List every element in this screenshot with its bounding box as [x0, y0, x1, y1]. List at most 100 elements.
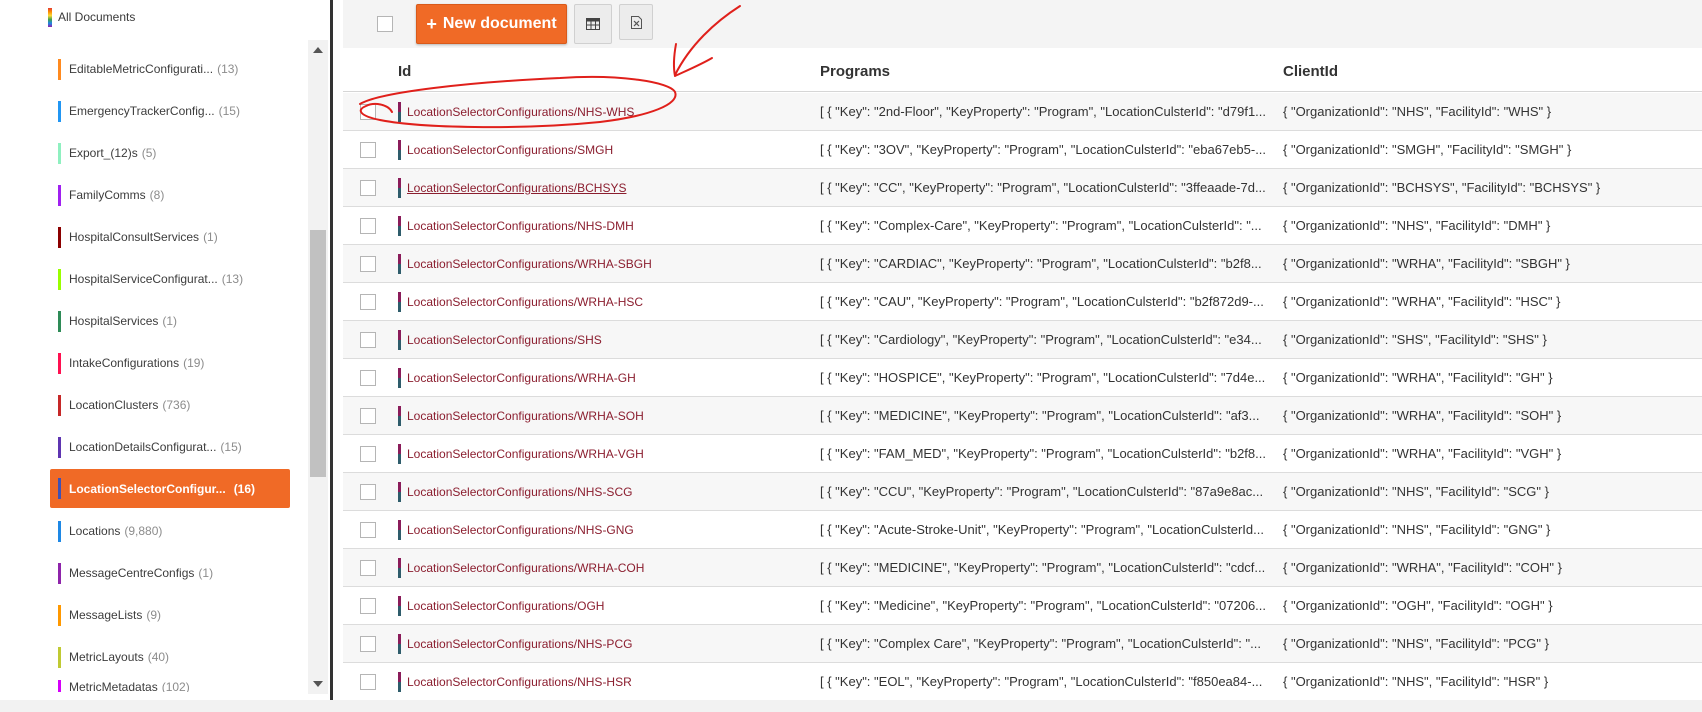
row-checkbox[interactable] — [360, 522, 376, 538]
document-id-link[interactable]: LocationSelectorConfigurations/WRHA-SBGH — [398, 254, 652, 274]
document-id[interactable]: LocationSelectorConfigurations/WRHA-VGH — [407, 447, 644, 461]
excel-export-button[interactable] — [619, 4, 653, 40]
all-documents-link[interactable]: All Documents — [48, 7, 135, 27]
row-checkbox[interactable] — [360, 636, 376, 652]
document-id[interactable]: LocationSelectorConfigurations/SMGH — [407, 143, 613, 157]
column-header-id[interactable]: Id — [398, 63, 411, 80]
table-row[interactable]: LocationSelectorConfigurations/NHS-SCG [ … — [343, 473, 1702, 511]
row-checkbox[interactable] — [360, 370, 376, 386]
table-row[interactable]: LocationSelectorConfigurations/WRHA-HSC [… — [343, 283, 1702, 321]
document-id-link[interactable]: LocationSelectorConfigurations/OGH — [398, 596, 604, 616]
table-row[interactable]: LocationSelectorConfigurations/OGH [ { "K… — [343, 587, 1702, 625]
new-document-button[interactable]: + New document — [416, 4, 567, 44]
scroll-thumb[interactable] — [310, 230, 326, 477]
table-row[interactable]: LocationSelectorConfigurations/NHS-WHS [ … — [343, 93, 1702, 131]
clientid-cell: { "OrganizationId": "OGH", "FacilityId":… — [1283, 598, 1553, 613]
table-row[interactable]: LocationSelectorConfigurations/SMGH [ { "… — [343, 131, 1702, 169]
document-id-link[interactable]: LocationSelectorConfigurations/NHS-GNG — [398, 520, 634, 540]
sidebar-item-collection[interactable]: MetricLayouts (40) — [50, 636, 290, 678]
sidebar-item-collection[interactable]: IntakeConfigurations (19) — [50, 342, 290, 384]
row-checkbox[interactable] — [360, 104, 376, 120]
programs-cell: [ { "Key": "Cardiology", "KeyProperty": … — [820, 332, 1262, 347]
row-checkbox[interactable] — [360, 332, 376, 348]
column-header-clientid[interactable]: ClientId — [1283, 63, 1338, 80]
sidebar-item-collection[interactable]: LocationClusters (736) — [50, 384, 290, 426]
table-row[interactable]: LocationSelectorConfigurations/NHS-DMH [ … — [343, 207, 1702, 245]
document-id[interactable]: LocationSelectorConfigurations/WRHA-SBGH — [407, 257, 652, 271]
document-id-link[interactable]: LocationSelectorConfigurations/WRHA-HSC — [398, 292, 643, 312]
scroll-up-arrow-icon[interactable] — [313, 47, 323, 53]
row-checkbox[interactable] — [360, 408, 376, 424]
scroll-down-arrow-icon[interactable] — [313, 681, 323, 687]
document-id-link[interactable]: LocationSelectorConfigurations/NHS-DMH — [398, 216, 634, 236]
sidebar-item-collection[interactable]: MetricMetadatas (102) — [50, 678, 290, 692]
row-checkbox[interactable] — [360, 218, 376, 234]
document-id-link[interactable]: LocationSelectorConfigurations/NHS-HSR — [398, 672, 632, 692]
table-view-button[interactable] — [574, 4, 612, 44]
document-id-link[interactable]: LocationSelectorConfigurations/WRHA-SOH — [398, 406, 644, 426]
sidebar-item-collection[interactable]: Locations (9,880) — [50, 510, 290, 552]
document-id[interactable]: LocationSelectorConfigurations/OGH — [407, 599, 604, 613]
document-id[interactable]: LocationSelectorConfigurations/SHS — [407, 333, 602, 347]
select-all-checkbox[interactable] — [377, 16, 393, 32]
sidebar-item-collection[interactable]: HospitalConsultServices (1) — [50, 216, 290, 258]
document-id[interactable]: LocationSelectorConfigurations/BCHSYS — [407, 181, 626, 195]
clientid-cell: { "OrganizationId": "WRHA", "FacilityId"… — [1283, 256, 1570, 271]
programs-cell: [ { "Key": "2nd-Floor", "KeyProperty": "… — [820, 104, 1267, 119]
table-row[interactable]: LocationSelectorConfigurations/WRHA-COH [… — [343, 549, 1702, 587]
row-checkbox[interactable] — [360, 674, 376, 690]
document-id[interactable]: LocationSelectorConfigurations/WRHA-HSC — [407, 295, 643, 309]
sidebar-item-collection[interactable]: MessageLists (9) — [50, 594, 290, 636]
document-id[interactable]: LocationSelectorConfigurations/NHS-PCG — [407, 637, 632, 651]
collection-name: FamilyComms — [69, 188, 146, 202]
sidebar-item-collection[interactable]: FamilyComms (8) — [50, 174, 290, 216]
sidebar-item-collection[interactable]: HospitalServices (1) — [50, 300, 290, 342]
document-id[interactable]: LocationSelectorConfigurations/NHS-HSR — [407, 675, 632, 689]
sidebar-item-collection[interactable]: MessageCentreConfigs (1) — [50, 552, 290, 594]
document-id[interactable]: LocationSelectorConfigurations/WRHA-SOH — [407, 409, 644, 423]
row-checkbox[interactable] — [360, 560, 376, 576]
table-header: Id Programs ClientId — [343, 52, 1702, 92]
table-row[interactable]: LocationSelectorConfigurations/BCHSYS [ {… — [343, 169, 1702, 207]
document-id-link[interactable]: LocationSelectorConfigurations/SMGH — [398, 140, 613, 160]
row-checkbox[interactable] — [360, 142, 376, 158]
table-row[interactable]: LocationSelectorConfigurations/NHS-GNG [ … — [343, 511, 1702, 549]
sidebar-item-collection[interactable]: LocationDetailsConfigurat... (15) — [50, 426, 290, 468]
sidebar-item-collection[interactable]: EmergencyTrackerConfig... (15) — [50, 90, 290, 132]
row-checkbox[interactable] — [360, 484, 376, 500]
document-id[interactable]: LocationSelectorConfigurations/NHS-WHS — [407, 105, 634, 119]
document-id-link[interactable]: LocationSelectorConfigurations/WRHA-COH — [398, 558, 644, 578]
document-id-link[interactable]: LocationSelectorConfigurations/SHS — [398, 330, 602, 350]
table-row[interactable]: LocationSelectorConfigurations/NHS-PCG [ … — [343, 625, 1702, 663]
column-header-programs[interactable]: Programs — [820, 63, 890, 80]
table-row[interactable]: LocationSelectorConfigurations/WRHA-VGH [… — [343, 435, 1702, 473]
document-id-link[interactable]: LocationSelectorConfigurations/BCHSYS — [398, 178, 626, 198]
sidebar-item-collection[interactable]: LocationSelectorConfigur... (16) — [50, 469, 290, 508]
document-id-link[interactable]: LocationSelectorConfigurations/NHS-SCG — [398, 482, 632, 502]
document-id-link[interactable]: LocationSelectorConfigurations/WRHA-GH — [398, 368, 636, 388]
document-id-link[interactable]: LocationSelectorConfigurations/NHS-WHS — [398, 102, 634, 122]
clientid-cell: { "OrganizationId": "WRHA", "FacilityId"… — [1283, 446, 1562, 461]
sidebar-item-collection[interactable]: HospitalServiceConfigurat... (13) — [50, 258, 290, 300]
collection-name: LocationClusters — [69, 398, 159, 412]
row-checkbox[interactable] — [360, 446, 376, 462]
table-row[interactable]: LocationSelectorConfigurations/WRHA-GH [ … — [343, 359, 1702, 397]
document-id-link[interactable]: LocationSelectorConfigurations/NHS-PCG — [398, 634, 632, 654]
table-row[interactable]: LocationSelectorConfigurations/WRHA-SBGH… — [343, 245, 1702, 283]
table-row[interactable]: LocationSelectorConfigurations/WRHA-SOH [… — [343, 397, 1702, 435]
document-id[interactable]: LocationSelectorConfigurations/NHS-GNG — [407, 523, 634, 537]
sidebar-scrollbar[interactable] — [308, 40, 328, 694]
document-id[interactable]: LocationSelectorConfigurations/NHS-DMH — [407, 219, 634, 233]
document-id[interactable]: LocationSelectorConfigurations/WRHA-COH — [407, 561, 644, 575]
sidebar-item-collection[interactable]: EditableMetricConfigurati... (13) — [50, 48, 290, 90]
row-checkbox[interactable] — [360, 598, 376, 614]
document-id[interactable]: LocationSelectorConfigurations/NHS-SCG — [407, 485, 632, 499]
table-row[interactable]: LocationSelectorConfigurations/SHS [ { "K… — [343, 321, 1702, 359]
sidebar-item-collection[interactable]: Export_(12)s (5) — [50, 132, 290, 174]
table-row[interactable]: LocationSelectorConfigurations/NHS-HSR [ … — [343, 663, 1702, 701]
document-id[interactable]: LocationSelectorConfigurations/WRHA-GH — [407, 371, 636, 385]
row-checkbox[interactable] — [360, 180, 376, 196]
row-checkbox[interactable] — [360, 256, 376, 272]
row-checkbox[interactable] — [360, 294, 376, 310]
document-id-link[interactable]: LocationSelectorConfigurations/WRHA-VGH — [398, 444, 644, 464]
